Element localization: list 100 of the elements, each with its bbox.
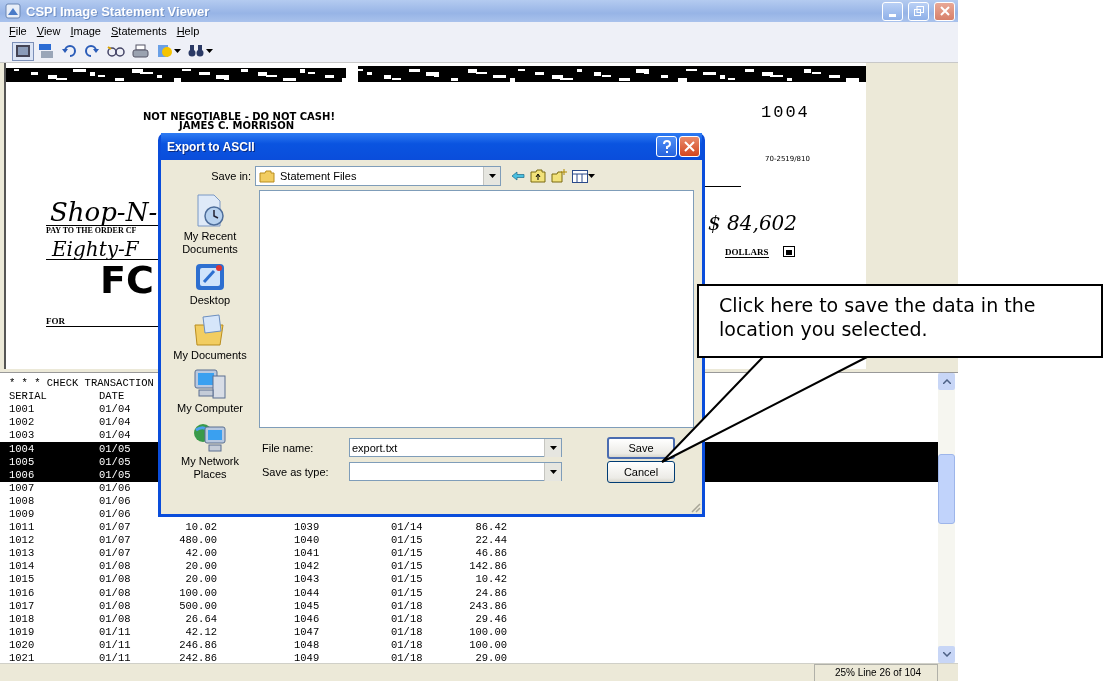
listing-cell-text: 01/11 [99, 625, 132, 639]
transaction-row[interactable]: 1017 01/08 500.00 1045 01/18 243.86 [0, 599, 938, 613]
pay-to-label: PAY TO THE ORDER CF [46, 226, 137, 235]
resize-grip-icon[interactable] [690, 502, 701, 513]
scroll-up-button[interactable] [938, 373, 955, 390]
chevron-up-icon [942, 379, 951, 384]
glasses-icon [107, 44, 125, 58]
listing-cell-text: 1043 [294, 573, 321, 587]
listing-cell-text: 01/08 [99, 573, 132, 587]
listing-cell-text: 20.00 [184, 573, 217, 587]
cancel-button[interactable]: Cancel [607, 460, 675, 483]
transaction-row[interactable]: 1021 01/11 242.86 1049 01/18 29.00 [0, 651, 938, 663]
listing-cell-text: 1016 [9, 586, 36, 600]
transaction-row[interactable]: 1014 01/08 20.00 1042 01/15 142.86 [0, 560, 938, 574]
column-header: SERIAL [9, 390, 48, 404]
file-name-label: File name: [261, 441, 315, 454]
binoculars-icon [188, 44, 204, 58]
close-button[interactable] [679, 136, 700, 157]
listing-cell-text: 1011 [9, 521, 36, 535]
caret-icon [206, 49, 213, 53]
close-icon [684, 141, 695, 152]
menu-item[interactable]: View [31, 25, 66, 37]
transaction-row[interactable]: 1018 01/08 26.64 1046 01/18 29.46 [0, 612, 938, 626]
picture-icon [15, 44, 31, 58]
help-button[interactable] [656, 136, 677, 157]
listing-cell-text: 01/08 [99, 612, 132, 626]
dollars-label: DOLLARS [725, 247, 769, 258]
back-button[interactable] [511, 171, 525, 181]
listing-cell-text: 01/15 [391, 573, 424, 587]
listing-cell-text: 01/15 [391, 586, 424, 600]
listing-title: * * * CHECK TRANSACTION [9, 377, 155, 391]
memo-text: FC [100, 263, 154, 297]
listing-cell-text: 1001 [9, 403, 36, 417]
save-as-type-combobox[interactable] [349, 462, 562, 481]
menu-item[interactable]: Statements [106, 25, 172, 37]
transaction-row[interactable]: 1013 01/07 42.00 1041 01/15 46.86 [0, 547, 938, 561]
save-in-dropdown[interactable]: Statement Files [255, 166, 501, 186]
caret-icon [588, 174, 595, 178]
listing-cell-text: 01/15 [391, 547, 424, 561]
maximize-icon [913, 6, 924, 16]
listing-cell-text: 01/08 [99, 599, 132, 613]
listing-cell-text: 42.00 [184, 547, 217, 561]
transaction-row[interactable]: 1019 01/11 42.12 1047 01/18 100.00 [0, 625, 938, 639]
rotate-left-icon [61, 43, 77, 59]
listing-cell-text: 1046 [294, 612, 321, 626]
up-folder-button[interactable] [530, 169, 546, 183]
listing-cell-text: 500.00 [178, 599, 217, 613]
listing-cell-text: 01/04 [99, 416, 132, 430]
listing-cell-text: 01/04 [99, 403, 132, 417]
vertical-scrollbar[interactable] [938, 373, 955, 663]
places-bar-item[interactable]: My Computer [168, 368, 252, 415]
toolbar-button[interactable] [12, 41, 34, 61]
listing-cell-text: 10.42 [474, 573, 507, 587]
listing-cell-text: 46.86 [474, 547, 507, 561]
listing-cell-text: 01/18 [391, 599, 424, 613]
listing-cell-text: 1006 [9, 468, 36, 482]
file-name-input[interactable]: export.txt [350, 441, 544, 454]
listing-cell-text: 1008 [9, 494, 36, 508]
listing-cell-text: 1004 [9, 442, 36, 456]
close-button[interactable] [934, 1, 955, 21]
new-folder-button[interactable] [551, 169, 567, 183]
transaction-row[interactable]: 1011 01/07 10.02 1039 01/14 86.42 [0, 521, 938, 535]
listing-cell-text: 100.00 [178, 586, 217, 600]
listing-cell-text: 01/11 [99, 638, 132, 652]
listing-cell-text: 1041 [294, 547, 321, 561]
lock-icon [783, 246, 795, 257]
listing-cell-text: 1048 [294, 638, 321, 652]
menu-item[interactable]: File [4, 25, 32, 37]
save-button[interactable]: Save [607, 436, 675, 459]
menu-item[interactable]: Image [65, 25, 106, 37]
scroll-down-button[interactable] [938, 646, 955, 663]
transaction-row[interactable]: 1015 01/08 20.00 1043 01/15 10.42 [0, 573, 938, 587]
transaction-row[interactable]: 1012 01/07 480.00 1040 01/15 22.44 [0, 534, 938, 548]
scroll-thumb[interactable] [938, 454, 955, 524]
places-bar-item[interactable]: Desktop [168, 262, 252, 307]
listing-cell-text: 01/14 [391, 521, 424, 535]
check-notice: NOT NEGOTIABLE - DO NOT CASH! [143, 111, 335, 122]
transaction-row[interactable]: 1020 01/11 246.86 1048 01/18 100.00 [0, 638, 938, 652]
listing-cell-text: 01/05 [99, 468, 132, 482]
listing-cell-text: 01/05 [99, 442, 132, 456]
file-name-combobox[interactable]: export.txt [349, 438, 562, 457]
callout-text: Click here to save the data in the location you selected. [719, 293, 1037, 341]
menu-item[interactable]: Help [171, 25, 205, 37]
views-button[interactable] [572, 169, 595, 183]
save-as-type-label: Save as type: [261, 465, 330, 478]
places-bar-item[interactable]: My Recent Documents [168, 194, 252, 256]
listing-cell-text: 1005 [9, 455, 36, 469]
window-title: CSPI Image Statement Viewer [26, 3, 211, 19]
folder-icon [193, 313, 227, 347]
listing-cell-text: 01/04 [99, 429, 132, 443]
printer-icon [132, 43, 149, 59]
listing-cell-text: 1020 [9, 638, 36, 652]
listing-cell-text: 1049 [294, 652, 321, 663]
toolbar-button[interactable] [129, 41, 152, 61]
places-bar-item[interactable]: My Documents [168, 313, 252, 362]
transaction-row[interactable]: 1016 01/08 100.00 1044 01/15 24.86 [0, 586, 938, 600]
places-bar-item[interactable]: My Network Places [168, 421, 252, 481]
caret-icon [174, 49, 181, 53]
listing-cell-text: 01/18 [391, 652, 424, 663]
listing-cell-text: 20.00 [184, 560, 217, 574]
